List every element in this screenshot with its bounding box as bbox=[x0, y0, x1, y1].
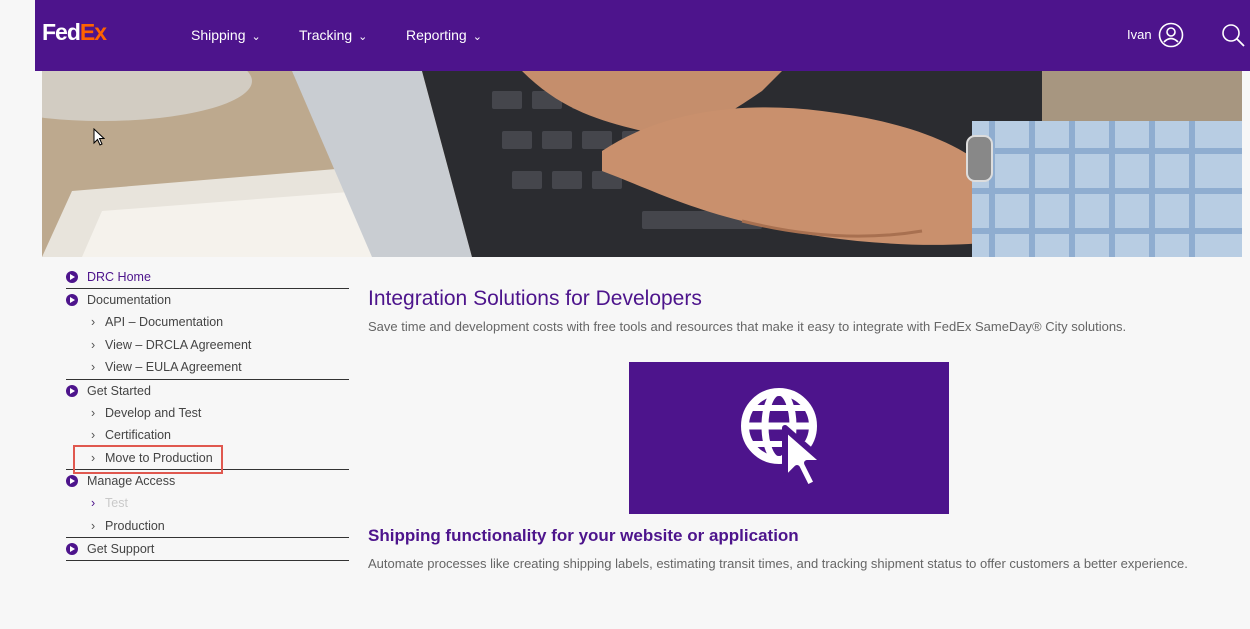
top-nav-bar: FedEx Shipping ⌄ Tracking ⌄ Reporting ⌄ Iva… bbox=[35, 0, 1250, 71]
sidebar-item-drc-home[interactable]: DRC Home bbox=[66, 266, 349, 289]
chevron-right-icon: › bbox=[91, 360, 96, 374]
sidebar-item-label: Get Started bbox=[87, 383, 151, 398]
nav-reporting[interactable]: Reporting ⌄ bbox=[406, 27, 482, 43]
chevron-right-icon: › bbox=[91, 405, 96, 420]
globe-cursor-icon bbox=[741, 388, 828, 491]
section-body-text: Automate processes like creating shippin… bbox=[368, 556, 1188, 571]
sidebar-subitem-label: Certification bbox=[105, 428, 171, 442]
search-icon[interactable] bbox=[1220, 22, 1246, 48]
chevron-right-icon: › bbox=[91, 496, 96, 510]
nav-reporting-label: Reporting bbox=[406, 27, 467, 43]
sidebar-item-get-support[interactable]: Get Support bbox=[66, 538, 349, 561]
sidebar-subitem-api-documentation[interactable]: › API – Documentation bbox=[66, 311, 349, 334]
sidebar-item-documentation[interactable]: Documentation bbox=[66, 289, 349, 311]
nav-tracking[interactable]: Tracking ⌄ bbox=[299, 27, 367, 43]
intro-text: Save time and development costs with fre… bbox=[368, 319, 1127, 334]
sidebar-item-manage-access[interactable]: Manage Access bbox=[66, 470, 349, 492]
chevron-down-icon: ⌄ bbox=[358, 31, 368, 43]
hero-banner-image bbox=[42, 71, 1242, 257]
nav-shipping[interactable]: Shipping ⌄ bbox=[191, 27, 261, 43]
chevron-right-icon: › bbox=[91, 315, 96, 329]
sidebar-subitem-label: Test bbox=[105, 496, 128, 510]
play-circle-icon bbox=[66, 475, 78, 487]
sidebar-item-label: Documentation bbox=[87, 293, 172, 307]
chevron-right-icon: › bbox=[91, 450, 96, 465]
sidebar-item-get-started[interactable]: Get Started bbox=[66, 380, 349, 402]
sidebar-subitem-label: Move to Production bbox=[105, 450, 213, 465]
page-title: Integration Solutions for Developers bbox=[368, 287, 702, 310]
user-account-icon[interactable] bbox=[1158, 22, 1184, 48]
chevron-right-icon: › bbox=[91, 518, 96, 533]
user-name[interactable]: Ivan bbox=[1127, 27, 1152, 42]
play-circle-icon bbox=[66, 294, 78, 306]
play-circle-icon bbox=[66, 543, 78, 555]
sidebar-subitem-label: Develop and Test bbox=[105, 405, 202, 420]
feature-graphic bbox=[629, 362, 949, 514]
play-circle-icon bbox=[66, 271, 78, 283]
sidebar-subitem-label: Production bbox=[105, 518, 165, 533]
section-heading: Shipping functionality for your website … bbox=[368, 526, 799, 545]
chevron-down-icon: ⌄ bbox=[251, 31, 261, 43]
chevron-right-icon: › bbox=[91, 337, 96, 352]
sidebar-item-label: Manage Access bbox=[87, 474, 176, 488]
fedex-logo[interactable]: FedEx bbox=[42, 19, 107, 46]
chevron-down-icon: ⌄ bbox=[472, 31, 482, 43]
sidebar-subitem-move-to-production[interactable]: › Move to Production bbox=[66, 447, 349, 470]
sidebar-item-label: Get Support bbox=[87, 542, 155, 556]
sidebar-nav: DRC Home Documentation › API – Documentat… bbox=[66, 266, 349, 561]
main-content: Integration Solutions for Developers Sav… bbox=[368, 283, 1198, 335]
nav-tracking-label: Tracking bbox=[299, 27, 353, 43]
sidebar-subitem-test[interactable]: › Test bbox=[66, 492, 349, 515]
logo-fed: Fed bbox=[42, 19, 81, 45]
mouse-cursor-icon bbox=[93, 128, 105, 146]
sidebar-subitem-label: API – Documentation bbox=[105, 315, 224, 329]
sidebar-subitem-label: View – EULA Agreement bbox=[105, 360, 242, 374]
hero-laptop-illustration bbox=[42, 71, 1242, 257]
sidebar-subitem-production[interactable]: › Production bbox=[66, 515, 349, 538]
logo-ex: Ex bbox=[79, 19, 107, 45]
sidebar-subitem-eula-agreement[interactable]: › View – EULA Agreement bbox=[66, 356, 349, 380]
sidebar-subitem-drcla-agreement[interactable]: › View – DRCLA Agreement bbox=[66, 334, 349, 357]
sidebar-subitem-certification[interactable]: › Certification bbox=[66, 424, 349, 447]
sidebar-subitem-label: View – DRCLA Agreement bbox=[105, 337, 252, 352]
play-circle-icon bbox=[66, 384, 78, 397]
sidebar-subitem-develop-and-test[interactable]: › Develop and Test bbox=[66, 402, 349, 425]
nav-shipping-label: Shipping bbox=[191, 27, 246, 43]
sidebar-item-label: DRC Home bbox=[87, 270, 151, 284]
chevron-right-icon: › bbox=[91, 428, 96, 442]
